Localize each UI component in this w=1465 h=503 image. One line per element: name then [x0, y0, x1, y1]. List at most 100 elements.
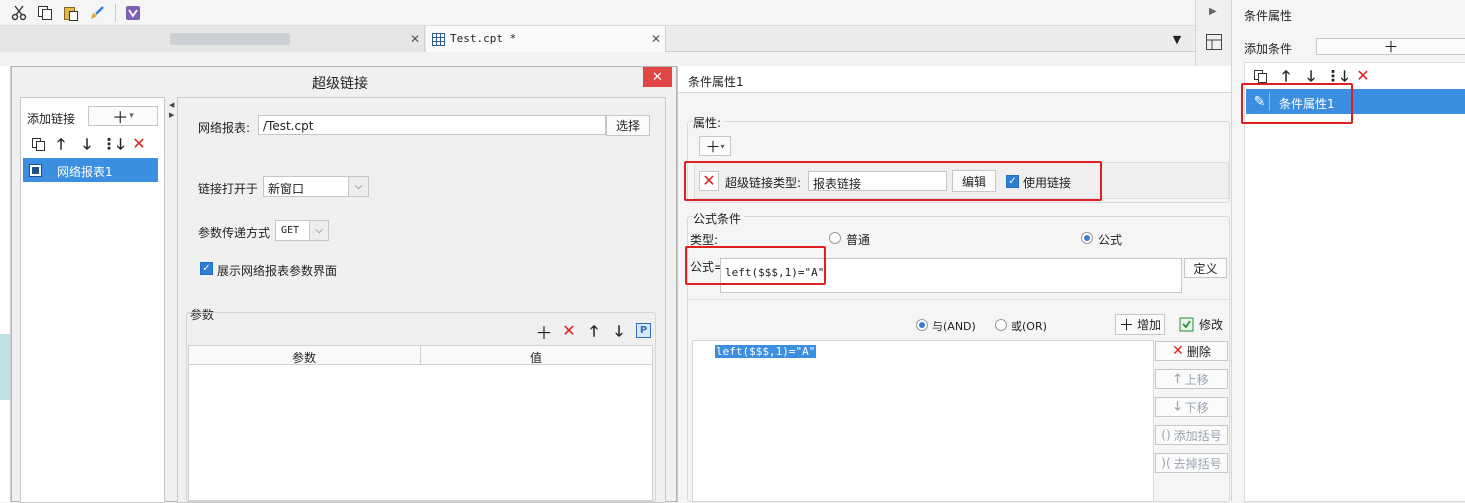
hyperlink-form-panel: 网络报表: /Test.cpt 选择 链接打开于 新窗口 ⌵ 参数传递方式 GE…: [177, 97, 666, 503]
editor-tab-bar: ✕ Test.cpt * ✕ ▼: [0, 26, 1195, 52]
sheet-selected-cell: [0, 334, 10, 400]
select-button[interactable]: 选择: [606, 115, 650, 136]
list-item[interactable]: 网络报表1: [23, 158, 158, 182]
copy-icon[interactable]: [36, 4, 54, 22]
report-link-icon: [28, 163, 42, 177]
close-icon[interactable]: ✕: [408, 32, 422, 46]
move-down-button-label: 下移: [1184, 400, 1209, 415]
condition-panel-title: 条件属性1: [688, 75, 744, 89]
remove-bracket-button[interactable]: )(去掉括号: [1155, 453, 1228, 473]
remove-bracket-button-label: 去掉括号: [1173, 456, 1222, 471]
side-tool-strip: ▶: [1195, 0, 1231, 66]
template-icon[interactable]: [124, 4, 142, 22]
tab-test-cpt[interactable]: Test.cpt * ✕: [426, 26, 666, 52]
modify-icon: [1178, 317, 1194, 333]
right-panel-content: 🡑 🡓 ⋮🡓 ✕ ✎ 条件属性1: [1244, 62, 1465, 502]
move-up-button-label: 上移: [1184, 372, 1209, 387]
params-table-header: 参数 值: [189, 346, 652, 365]
radio-formula[interactable]: [1081, 232, 1093, 244]
splitter-right-arrow: ▶: [169, 111, 175, 119]
add-condition-button[interactable]: ＋: [1316, 38, 1465, 56]
delete-button-label: 删除: [1186, 344, 1211, 359]
radio-and-label: 与(AND): [932, 320, 976, 333]
radio-and[interactable]: [916, 319, 928, 331]
dialog-title: 超级链接: [312, 76, 368, 92]
tab-menu-icon[interactable]: ▼: [1170, 32, 1184, 46]
add-button-label: 增加: [1137, 318, 1162, 332]
move-down-button[interactable]: 🡓 下移: [1155, 397, 1228, 417]
radio-normal[interactable]: [829, 232, 841, 244]
delete-icon[interactable]: ✕: [131, 136, 147, 152]
blurred-tab[interactable]: ✕: [0, 26, 425, 52]
move-down-icon: 🡓: [1174, 398, 1181, 413]
expand-arrow-icon[interactable]: ▶: [1209, 6, 1217, 17]
condition-attribute-panel: 条件属性1 属性: ＋ ▾ ✕ 超级链接类型: 报表链接 编辑 ✓ 使用链接 公式…: [677, 66, 1244, 502]
radio-normal-label: 普通: [846, 233, 871, 247]
define-button[interactable]: 定义: [1184, 258, 1227, 278]
radio-or[interactable]: [995, 319, 1007, 331]
formula-section-title: 公式条件: [693, 210, 745, 227]
params-table: 参数 值: [188, 345, 653, 501]
close-icon[interactable]: ✕: [649, 32, 663, 46]
add-attribute-button[interactable]: ＋ ▾: [699, 136, 731, 156]
list-item-label: 网络报表1: [57, 165, 113, 179]
dialog-close-button[interactable]: ✕: [643, 67, 672, 87]
condition-list-item[interactable]: left($$$,1)="A": [715, 345, 817, 358]
move-down-icon[interactable]: 🡓: [611, 323, 627, 339]
delete-button[interactable]: ✕ 删除: [1155, 341, 1228, 361]
param-method-select[interactable]: GET ⌵: [275, 220, 329, 241]
copy-icon[interactable]: [29, 135, 47, 153]
show-params-label: 展示网络报表参数界面: [217, 264, 338, 278]
add-link-label: 添加链接: [27, 112, 76, 126]
delete-icon: ✕: [1172, 343, 1184, 359]
add-bracket-button[interactable]: () 添加括号: [1155, 425, 1228, 445]
grid-file-icon: [431, 32, 445, 46]
paste-icon[interactable]: [62, 4, 80, 22]
bracket-icon: (): [1161, 428, 1171, 442]
param-method-value: GET: [281, 225, 300, 236]
move-up-icon[interactable]: 🡑: [1278, 68, 1294, 84]
condition-list: left($$$,1)="A": [692, 340, 1154, 502]
move-down-icon[interactable]: 🡓: [79, 136, 95, 152]
param-method-label: 参数传递方式: [198, 226, 271, 240]
delete-icon[interactable]: ✕: [561, 323, 577, 339]
add-button[interactable]: ＋增加: [1115, 314, 1165, 335]
move-bottom-icon[interactable]: ⋮🡓: [1326, 68, 1349, 84]
condition-panel-header: 条件属性1: [678, 66, 1244, 93]
move-down-icon[interactable]: 🡓: [1303, 68, 1319, 84]
column-header-value: 值: [530, 351, 543, 365]
add-icon: ＋: [1118, 316, 1134, 334]
hyperlink-dialog: 超级链接 ✕ 添加链接 ＋ ▾ 🡑 🡓 ⋮🡓 ✕ 网络报表1 ◀ ▶ 网络报表: …: [11, 66, 677, 503]
move-bottom-icon[interactable]: ⋮🡓: [102, 136, 125, 152]
chevron-down-icon: ⌵: [309, 221, 328, 240]
blurred-tab-title: [170, 33, 290, 45]
splitter-left-arrow: ◀: [169, 101, 175, 109]
highlight-hyperlink-row: [684, 161, 1102, 201]
remove-bracket-icon: )(: [1161, 456, 1171, 470]
move-up-icon[interactable]: 🡑: [586, 323, 602, 339]
add-bracket-button-label: 添加括号: [1173, 428, 1222, 443]
network-report-value: /Test.cpt: [263, 119, 314, 133]
tab-title: Test.cpt *: [450, 32, 517, 45]
right-panel-title: 条件属性: [1244, 9, 1293, 23]
delete-icon[interactable]: ✕: [1355, 68, 1371, 84]
cut-icon[interactable]: [10, 4, 28, 22]
move-up-button[interactable]: 🡑 上移: [1155, 369, 1228, 389]
open-in-select[interactable]: 新窗口 ⌵: [263, 176, 369, 197]
move-up-icon[interactable]: 🡑: [53, 136, 69, 152]
define-button-label: 定义: [1193, 261, 1218, 276]
move-up-icon: 🡑: [1174, 370, 1181, 385]
parameter-icon[interactable]: P: [636, 323, 651, 338]
format-brush-icon[interactable]: [88, 4, 106, 22]
add-condition-label: 添加条件: [1244, 42, 1293, 56]
modify-button[interactable]: 修改: [1178, 314, 1228, 335]
splitter[interactable]: ◀ ▶: [168, 97, 175, 503]
add-icon[interactable]: ＋: [536, 323, 553, 344]
show-params-checkbox[interactable]: ✓: [200, 262, 213, 275]
select-button-label: 选择: [615, 119, 640, 133]
network-report-input[interactable]: /Test.cpt: [258, 115, 606, 135]
add-link-button[interactable]: ＋ ▾: [88, 106, 158, 127]
layout-icon[interactable]: [1204, 32, 1224, 52]
chevron-down-icon: ⌵: [348, 177, 368, 196]
link-list-panel: 添加链接 ＋ ▾ 🡑 🡓 ⋮🡓 ✕ 网络报表1: [20, 97, 165, 503]
